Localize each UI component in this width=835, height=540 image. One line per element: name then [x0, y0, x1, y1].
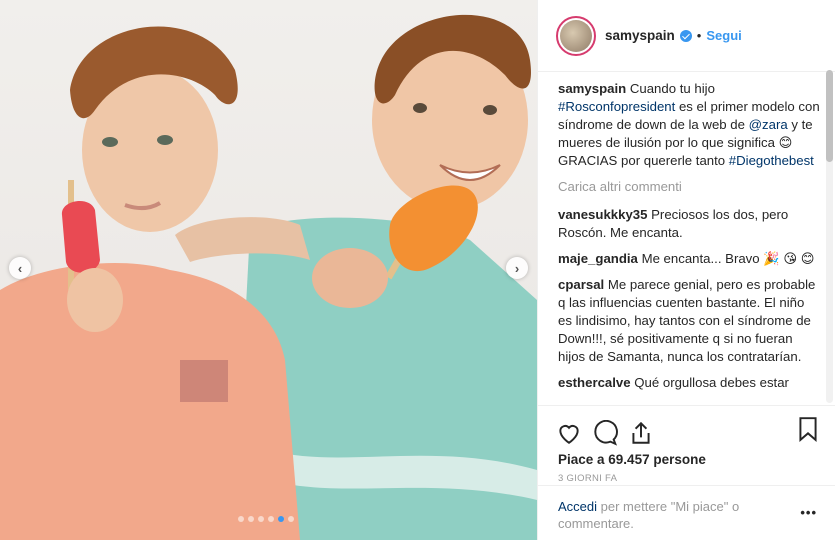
login-prompt: Accedi per mettere "Mi piace" o commenta…: [538, 485, 835, 540]
carousel-indicator: [238, 516, 294, 522]
caption-author[interactable]: samyspain: [558, 81, 626, 96]
carousel-next-button[interactable]: ›: [506, 257, 528, 279]
more-options-icon[interactable]: •••: [800, 504, 817, 521]
hashtag-link[interactable]: #Rosconfopresident: [558, 99, 675, 114]
comments-scrollbar[interactable]: [826, 70, 833, 403]
scrollbar-thumb[interactable]: [826, 70, 833, 162]
chevron-left-icon: ‹: [17, 260, 23, 276]
share-icon[interactable]: [628, 420, 654, 446]
comment-user[interactable]: cparsal: [558, 277, 604, 292]
load-more-comments-button[interactable]: Carica altri commenti: [558, 178, 821, 196]
header-username[interactable]: samyspain: [605, 28, 675, 43]
comment: cparsal Me parece genial, pero es probab…: [558, 276, 821, 366]
caption-text: Cuando tu hijo: [629, 81, 715, 96]
caption: samyspain Cuando tu hijo #Rosconfopresid…: [558, 80, 821, 170]
carousel-dot: [258, 516, 264, 522]
comment-icon[interactable]: [592, 420, 618, 446]
action-bar: [538, 406, 835, 450]
heart-icon[interactable]: [556, 420, 582, 446]
comment-text: Me encanta... Bravo 🎉 😘 😊: [641, 251, 815, 266]
mention-link[interactable]: @zara: [749, 117, 788, 132]
comment-user[interactable]: esthercalve: [558, 375, 631, 390]
carousel-dot: [238, 516, 244, 522]
post-photo[interactable]: ‹ ›: [0, 0, 537, 540]
post-actions-section: Piace a 69.457 persone 3 GIORNI FA: [538, 405, 835, 484]
follow-button[interactable]: Segui: [706, 28, 741, 43]
carousel-dot-active: [278, 516, 284, 522]
comments-list[interactable]: samyspain Cuando tu hijo #Rosconfopresid…: [558, 80, 821, 402]
comment: maje_gandia Me encanta... Bravo 🎉 😘 😊: [558, 250, 821, 268]
post-header: samyspain • Segui: [538, 0, 835, 72]
verified-icon: [679, 29, 692, 42]
chevron-right-icon: ›: [514, 260, 520, 276]
comment-user[interactable]: maje_gandia: [558, 251, 638, 266]
comment-text: Qué orgullosa debes estar: [634, 375, 789, 390]
comment-user[interactable]: vanesukkky35: [558, 207, 647, 222]
carousel-dot: [268, 516, 274, 522]
likes-count[interactable]: Piace a 69.457 persone: [538, 450, 835, 467]
post-side-panel: samyspain • Segui samyspain Cuando tu hi…: [538, 0, 835, 540]
comment: vanesukkky35 Preciosos los dos, pero Ros…: [558, 206, 821, 242]
separator: •: [696, 28, 702, 43]
carousel-prev-button[interactable]: ‹: [9, 257, 31, 279]
bookmark-icon[interactable]: [797, 416, 819, 442]
carousel-dot: [248, 516, 254, 522]
avatar[interactable]: [556, 15, 596, 56]
login-link[interactable]: Accedi: [558, 499, 597, 514]
comment: esthercalve Qué orgullosa debes estar: [558, 374, 821, 392]
carousel-dot: [288, 516, 294, 522]
hashtag-link[interactable]: #Diegothebest: [729, 153, 814, 168]
post-date: 3 GIORNI FA: [558, 473, 618, 484]
photo-illustration: [0, 14, 537, 540]
